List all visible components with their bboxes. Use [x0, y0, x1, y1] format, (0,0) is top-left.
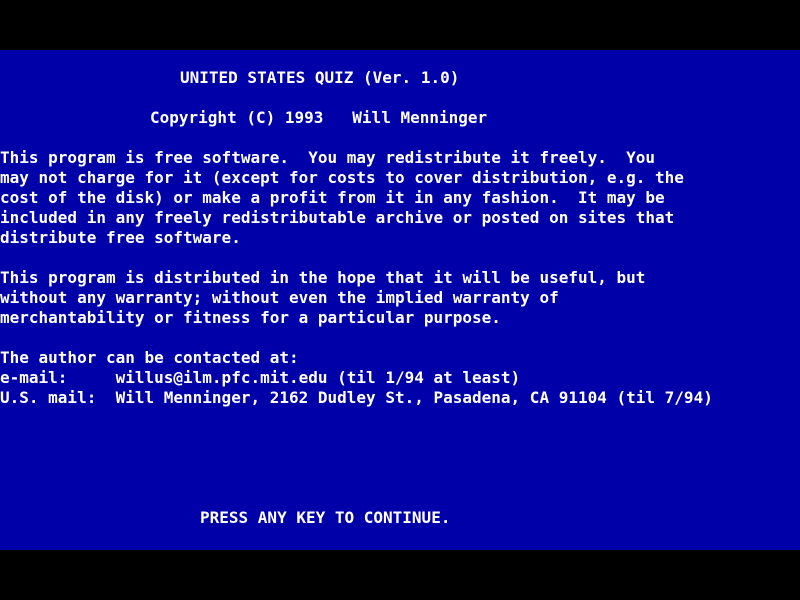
- license-line: cost of the disk) or make a profit from …: [0, 188, 665, 207]
- copyright-notice: Copyright (C) 1993 Will Menninger: [150, 108, 488, 127]
- contact-mail: U.S. mail: Will Menninger, 2162 Dudley S…: [0, 388, 713, 407]
- continue-prompt: PRESS ANY KEY TO CONTINUE.: [200, 508, 451, 527]
- license-line: This program is free software. You may r…: [0, 148, 656, 167]
- license-line: distribute free software.: [0, 228, 241, 247]
- warranty-line: This program is distributed in the hope …: [0, 268, 646, 287]
- text-mode-display: UNITED STATES QUIZ (Ver. 1.0) Copyright …: [0, 50, 800, 550]
- warranty-line: without any warranty; without even the i…: [0, 288, 559, 307]
- program-title: UNITED STATES QUIZ (Ver. 1.0): [180, 68, 460, 87]
- contact-email: e-mail: willus@ilm.pfc.mit.edu (til 1/94…: [0, 368, 521, 387]
- license-line: may not charge for it (except for costs …: [0, 168, 684, 187]
- license-line: included in any freely redistributable a…: [0, 208, 675, 227]
- dos-screen[interactable]: UNITED STATES QUIZ (Ver. 1.0) Copyright …: [0, 0, 800, 600]
- warranty-line: merchantability or fitness for a particu…: [0, 308, 501, 327]
- contact-header: The author can be contacted at:: [0, 348, 299, 367]
